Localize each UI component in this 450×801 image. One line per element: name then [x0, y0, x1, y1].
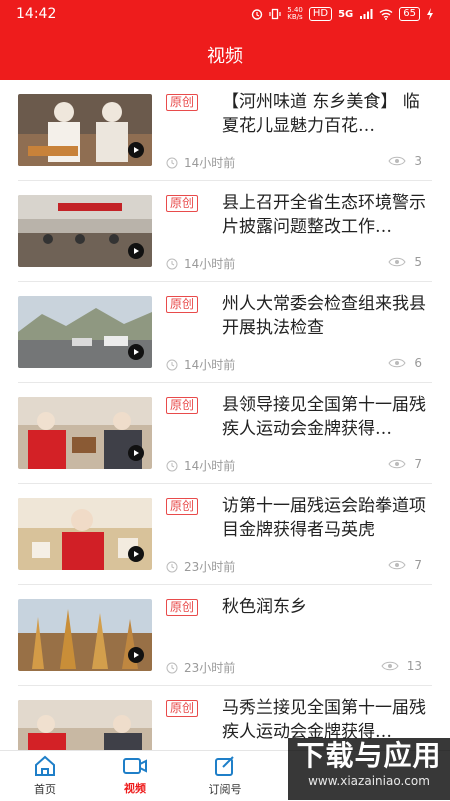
video-thumbnail[interactable]	[18, 599, 152, 671]
original-tag: 原创	[166, 195, 199, 212]
video-thumbnail[interactable]	[18, 397, 152, 469]
list-item[interactable]: 原创 【河州味道 东乡美食】 临夏花儿显魅力百花… 14小时前 3	[0, 80, 450, 181]
video-icon	[123, 758, 147, 774]
news-headline[interactable]: 州人大常委会检查组来我县开展执法检查	[222, 292, 436, 340]
publish-time: 14小时前	[166, 154, 235, 171]
tab-label: 视频	[124, 782, 146, 795]
news-headline[interactable]: 马秀兰接见全国第十一届残疾人运动会金牌获得…	[222, 696, 436, 744]
publish-time: 14小时前	[166, 457, 235, 474]
signal-icon	[360, 9, 373, 19]
charging-icon	[427, 8, 433, 20]
original-tag: 原创	[166, 498, 199, 515]
home-icon	[35, 755, 55, 776]
tab-home[interactable]: 首页	[0, 751, 90, 801]
eye-icon	[381, 661, 399, 671]
tab-label: 订阅号	[208, 783, 242, 796]
tab-video[interactable]: 视频	[90, 751, 180, 801]
video-thumbnail[interactable]	[18, 195, 152, 267]
view-count-label: 7	[414, 457, 422, 471]
time-label: 14小时前	[184, 459, 236, 473]
eye-icon	[388, 257, 406, 267]
list-item[interactable]: 原创 县上召开全省生态环境警示片披露问题整改工作… 14小时前 5	[0, 181, 450, 282]
play-icon	[128, 344, 144, 360]
play-icon	[128, 647, 144, 663]
view-count-label: 13	[406, 659, 422, 673]
network-speed: 5.40 KB/s	[287, 6, 303, 21]
view-count-label: 5	[414, 255, 422, 269]
news-headline[interactable]: 访第十一届残运会跆拳道项目金牌获得者马英虎	[222, 494, 436, 542]
news-headline[interactable]: 县领导接见全国第十一届残疾人运动会金牌获得…	[222, 393, 436, 441]
original-tag: 原创	[166, 599, 199, 616]
view-count-label: 6	[414, 356, 422, 370]
eye-icon	[388, 459, 406, 469]
time-label: 14小时前	[184, 156, 236, 170]
publish-time: 23小时前	[166, 558, 235, 575]
status-bar: 14:42 5.40 KB/s HD 5G 65	[0, 0, 450, 28]
clock-icon	[166, 662, 178, 673]
video-thumbnail[interactable]	[18, 94, 152, 166]
time-label: 23小时前	[184, 560, 236, 574]
view-count: 7	[388, 457, 422, 471]
news-headline[interactable]: 县上召开全省生态环境警示片披露问题整改工作…	[222, 191, 436, 239]
eye-icon	[388, 358, 406, 368]
video-news-list[interactable]: 原创 【河州味道 东乡美食】 临夏花儿显魅力百花… 14小时前 3 原创 县上召…	[0, 80, 450, 750]
publish-time: 14小时前	[166, 356, 235, 373]
video-thumbnail[interactable]	[18, 700, 152, 750]
status-time: 14:42	[16, 6, 57, 22]
video-thumbnail[interactable]	[18, 296, 152, 368]
time-label: 23小时前	[184, 661, 236, 675]
clock-icon	[166, 258, 178, 269]
wifi-icon	[379, 9, 393, 20]
original-tag: 原创	[166, 397, 199, 414]
original-tag: 原创	[166, 296, 199, 313]
news-headline[interactable]: 【河州味道 东乡美食】 临夏花儿显魅力百花…	[222, 90, 436, 138]
video-thumbnail[interactable]	[18, 498, 152, 570]
hd-badge: HD	[308, 7, 333, 21]
play-icon	[128, 243, 144, 259]
view-count: 5	[388, 255, 422, 269]
news-headline[interactable]: 秋色润东乡	[222, 595, 436, 619]
play-icon	[128, 546, 144, 562]
original-tag: 原创	[166, 700, 199, 717]
list-item[interactable]: 原创 县领导接见全国第十一届残疾人运动会金牌获得… 14小时前 7	[0, 383, 450, 484]
view-count: 6	[388, 356, 422, 370]
original-tag: 原创	[166, 94, 199, 111]
alarm-icon	[252, 9, 263, 20]
clock-icon	[166, 359, 178, 370]
status-icons: 5.40 KB/s HD 5G 65	[251, 7, 434, 21]
list-item[interactable]: 原创 秋色润东乡 23小时前 13	[0, 585, 450, 686]
play-icon	[128, 445, 144, 461]
watermark-url: www.xiazainiao.com	[308, 774, 430, 788]
battery-indicator: 65	[399, 7, 420, 21]
play-icon	[128, 142, 144, 158]
clock-icon	[166, 561, 178, 572]
vibrate-icon	[269, 8, 281, 20]
tab-label: 首页	[34, 783, 56, 796]
view-count-label: 3	[414, 154, 422, 168]
eye-icon	[388, 560, 406, 570]
list-item[interactable]: 原创 州人大常委会检查组来我县开展执法检查 14小时前 6	[0, 282, 450, 383]
clock-icon	[166, 157, 178, 168]
publish-time: 14小时前	[166, 255, 235, 272]
signal-label: 5G	[338, 8, 354, 20]
page-title: 视频	[207, 46, 243, 67]
watermark-title: 下载与应用	[296, 739, 442, 772]
subscribe-icon	[215, 756, 234, 776]
tab-subscribe[interactable]: 订阅号	[180, 751, 270, 801]
view-count: 3	[388, 154, 422, 168]
app-header: 14:42 5.40 KB/s HD 5G 65 视频	[0, 0, 450, 80]
publish-time: 23小时前	[166, 659, 235, 676]
view-count: 13	[381, 659, 422, 673]
view-count: 7	[388, 558, 422, 572]
view-count-label: 7	[414, 558, 422, 572]
clock-icon	[166, 460, 178, 471]
watermark-logo: 下载与应用 www.xiazainiao.com	[288, 738, 450, 800]
list-item[interactable]: 原创 访第十一届残运会跆拳道项目金牌获得者马英虎 23小时前 7	[0, 484, 450, 585]
eye-icon	[388, 156, 406, 166]
time-label: 14小时前	[184, 257, 236, 271]
time-label: 14小时前	[184, 358, 236, 372]
